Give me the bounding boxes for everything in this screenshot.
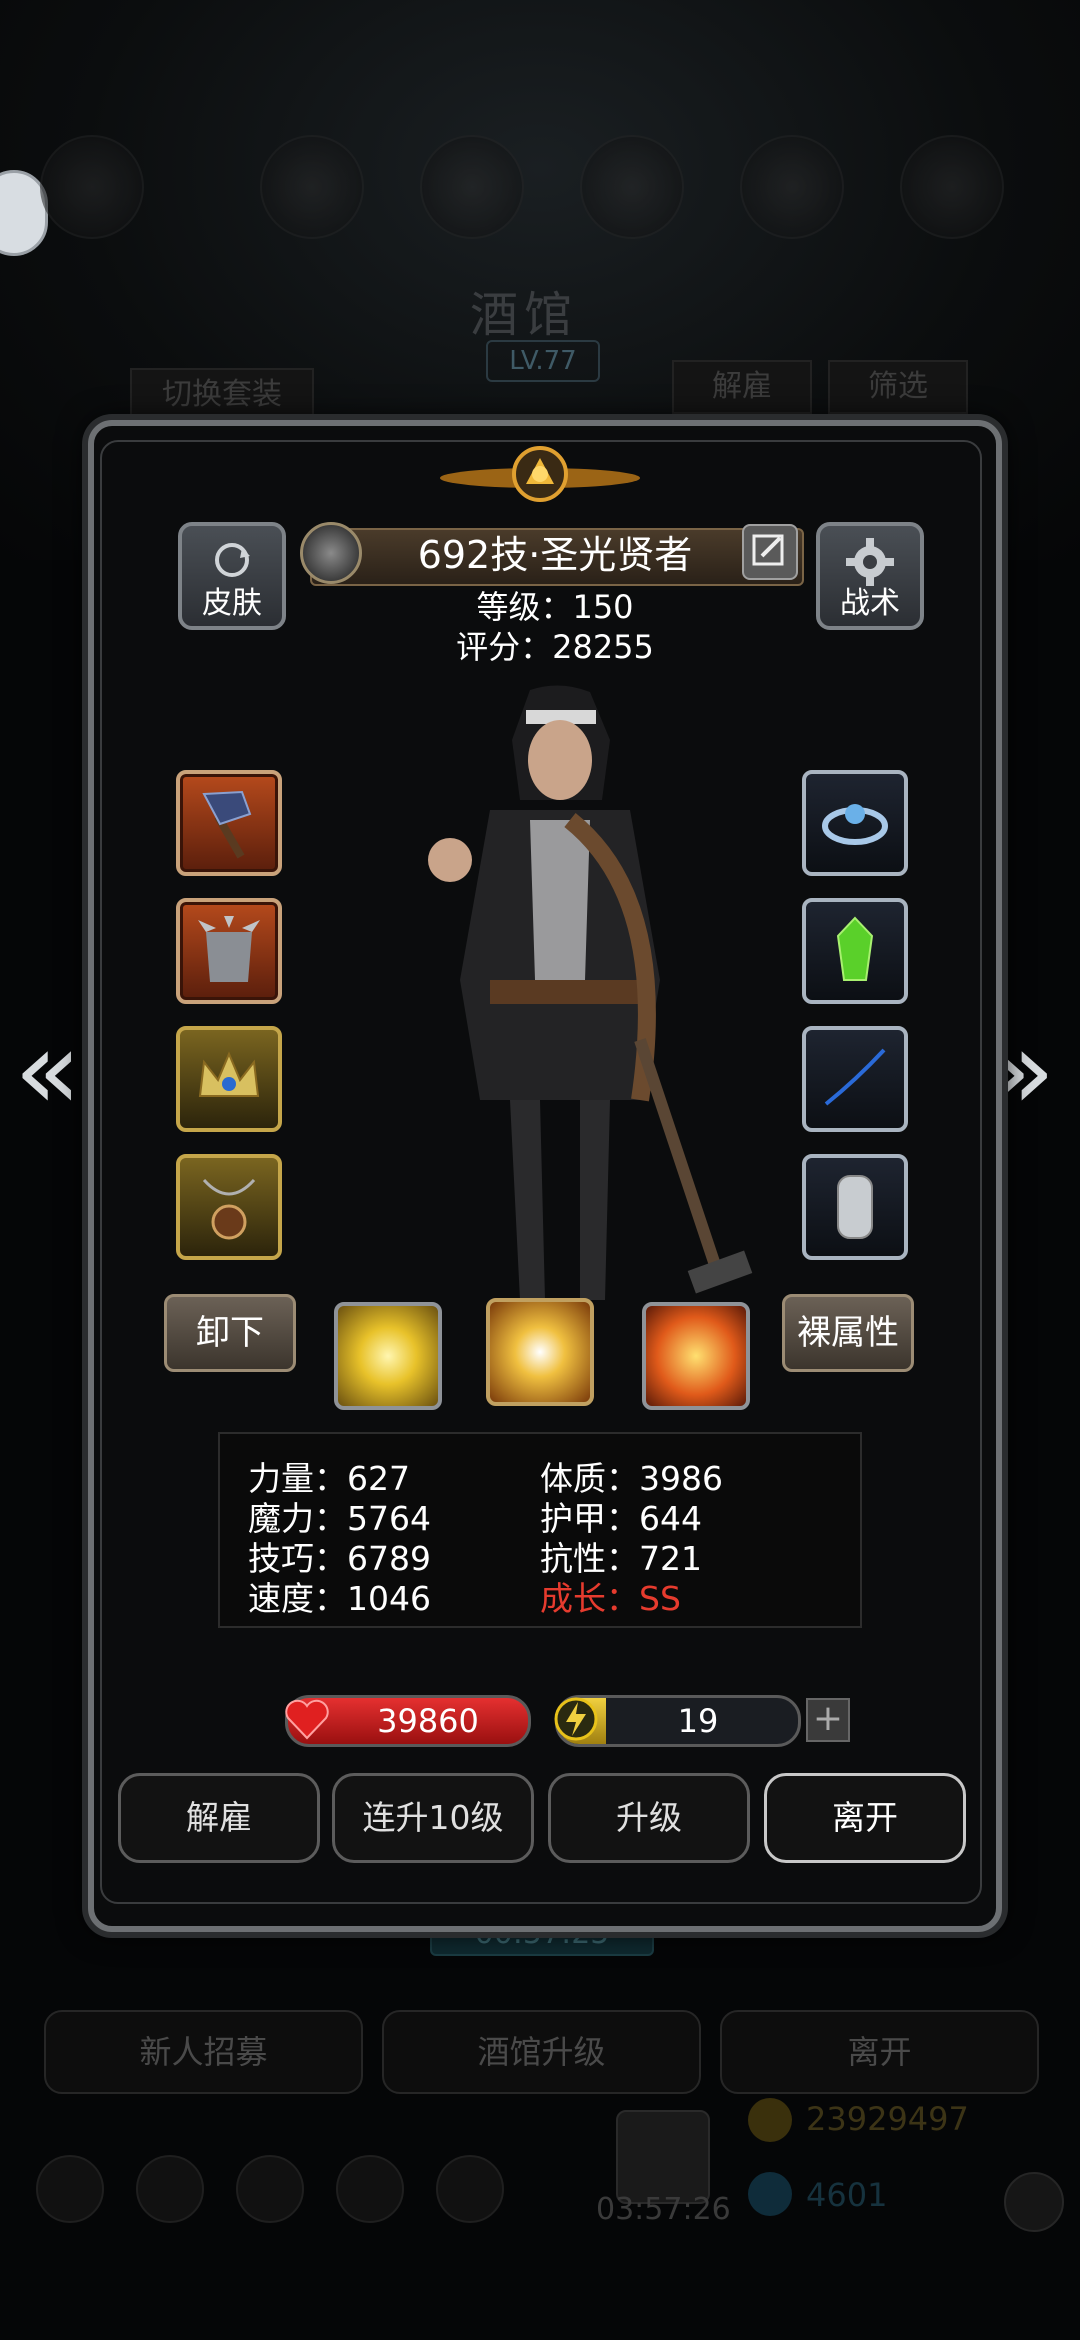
skill-slot-2[interactable] bbox=[486, 1298, 594, 1406]
amulet-icon bbox=[202, 1178, 256, 1240]
equip-slot-gem[interactable] bbox=[802, 898, 908, 1004]
green-gem-icon bbox=[836, 916, 874, 981]
hero-portrait bbox=[428, 685, 753, 1300]
bottom-nav-icon bbox=[436, 2155, 504, 2223]
tavern-title: 酒馆 bbox=[470, 287, 579, 343]
chainmail-glove-icon bbox=[837, 1175, 873, 1239]
skin-label: 皮肤 bbox=[202, 586, 262, 621]
tavern-level: LV.77 bbox=[486, 340, 600, 382]
add-energy-button[interactable]: + bbox=[806, 1698, 850, 1742]
unequip-button[interactable]: 卸下 bbox=[164, 1294, 296, 1372]
chest-icon bbox=[616, 2110, 710, 2204]
equip-slot-feather[interactable] bbox=[802, 1026, 908, 1132]
background-menu-icon bbox=[420, 135, 524, 239]
equip-slot-weapon[interactable] bbox=[176, 770, 282, 876]
stat-speed: 速度：1046 bbox=[248, 1579, 431, 1618]
spiked-armor-icon bbox=[198, 916, 260, 982]
add-currency-icon bbox=[1004, 2172, 1064, 2232]
bottom-nav-icon bbox=[136, 2155, 204, 2223]
gold-coin-icon bbox=[748, 2098, 792, 2142]
equip-slot-ring[interactable] bbox=[802, 770, 908, 876]
level-up-10-button[interactable]: 连升10级 bbox=[332, 1773, 534, 1863]
background-menu-icon bbox=[580, 135, 684, 239]
skill-slot-3[interactable] bbox=[642, 1302, 750, 1410]
background-menu-icon bbox=[40, 135, 144, 239]
gem-amount: 4601 bbox=[806, 2176, 888, 2214]
heart-icon bbox=[285, 1699, 329, 1740]
background-dismiss-button: 解雇 bbox=[672, 360, 812, 414]
pencil-icon bbox=[752, 534, 784, 566]
background-leave-button: 离开 bbox=[720, 2010, 1039, 2094]
background-menu-icon bbox=[260, 135, 364, 239]
filter-button: 筛选 bbox=[828, 360, 968, 414]
hero-name: 692技·圣光贤者 bbox=[417, 533, 693, 577]
bottom-nav-icon bbox=[36, 2155, 104, 2223]
tavern-upgrade-button: 酒馆升级 bbox=[382, 2010, 701, 2094]
edit-name-icon[interactable] bbox=[742, 524, 798, 580]
gold-amount: 23929497 bbox=[806, 2100, 969, 2138]
leave-button[interactable]: 离开 bbox=[764, 1773, 966, 1863]
axe-icon bbox=[202, 790, 252, 859]
level-up-button[interactable]: 升级 bbox=[548, 1773, 750, 1863]
energy-value: 19 bbox=[677, 1702, 719, 1740]
switch-outfit-button: 切换套装 bbox=[130, 368, 314, 422]
bottom-nav-icon bbox=[336, 2155, 404, 2223]
refresh-icon bbox=[215, 543, 250, 577]
background-menu-icon bbox=[740, 135, 844, 239]
equip-slot-glove[interactable] bbox=[802, 1154, 908, 1260]
holy-shield-icon bbox=[646, 1306, 746, 1406]
naked-attributes-button[interactable]: 裸属性 bbox=[782, 1294, 914, 1372]
gem-icon bbox=[748, 2172, 792, 2216]
previous-hero-arrow-icon[interactable]: « bbox=[14, 1015, 81, 1125]
equip-slot-armor[interactable] bbox=[176, 898, 282, 1004]
equip-slot-amulet[interactable] bbox=[176, 1154, 282, 1260]
crown-icon bbox=[198, 1051, 260, 1097]
light-orb-icon bbox=[490, 1302, 590, 1402]
holy-burst-icon bbox=[338, 1306, 438, 1406]
hero-score: 评分：28255 bbox=[456, 628, 654, 666]
stat-growth: 成长：SS bbox=[540, 1579, 681, 1618]
skin-button[interactable]: 皮肤 bbox=[178, 522, 286, 630]
bottom-nav-icon bbox=[236, 2155, 304, 2223]
chest-timer: 03:57:26 bbox=[596, 2192, 731, 2227]
background-menu-icon bbox=[900, 135, 1004, 239]
panel-crest-icon bbox=[440, 446, 640, 502]
recruit-button: 新人招募 bbox=[44, 2010, 363, 2094]
hp-value: 39860 bbox=[377, 1702, 479, 1740]
ring-icon bbox=[822, 804, 888, 845]
tactics-label: 战术 bbox=[840, 586, 900, 621]
dismiss-button[interactable]: 解雇 bbox=[118, 1773, 320, 1863]
lightning-icon bbox=[554, 1697, 598, 1741]
equip-slot-helmet[interactable] bbox=[176, 1026, 282, 1132]
blue-feather-icon bbox=[824, 1048, 886, 1106]
skill-slot-1[interactable] bbox=[334, 1302, 442, 1410]
tactics-button[interactable]: 战术 bbox=[816, 522, 924, 630]
